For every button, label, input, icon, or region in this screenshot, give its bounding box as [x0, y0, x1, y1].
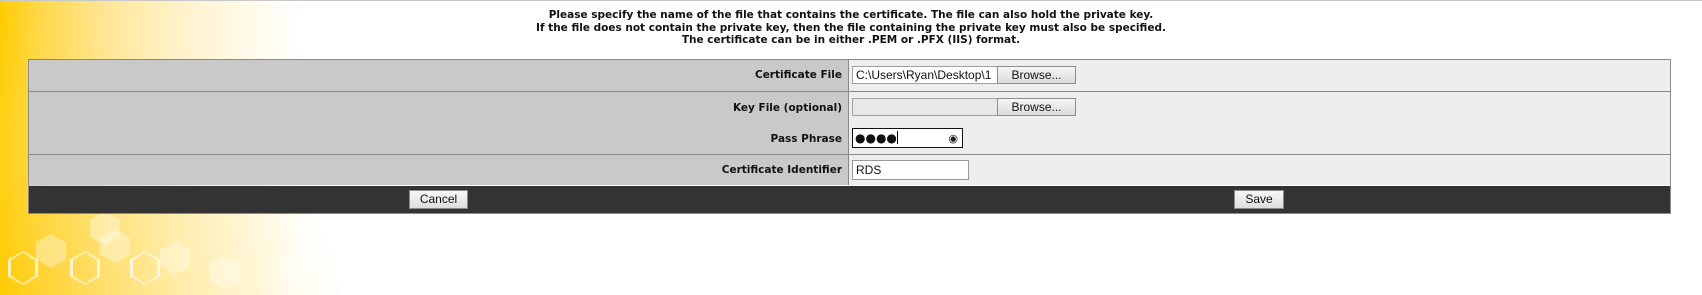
hexagon-decoration: [280, 251, 310, 285]
hexagon-decoration: [360, 259, 390, 293]
hexagon-decoration: [130, 251, 160, 285]
cancel-button[interactable]: Cancel: [409, 190, 468, 209]
hexagon-decoration: [36, 234, 66, 268]
hexagon-decoration: [70, 251, 100, 285]
instructions-line: Please specify the name of the file that…: [548, 9, 1154, 21]
instructions-line: If the file does not contain the private…: [536, 21, 1166, 34]
certificate-identifier-row: Certificate Identifier RDS: [29, 155, 1670, 185]
label-cell: Key File (optional) Pass Phrase: [29, 92, 849, 154]
eye-icon[interactable]: ◉: [948, 130, 958, 148]
action-bar: Cancel Save: [29, 186, 1670, 213]
certificate-file-row: Certificate File C:\Users\Ryan\Desktop\1…: [29, 60, 1670, 92]
hexagon-decoration: [210, 256, 240, 290]
label-cell: Certificate File: [29, 60, 849, 91]
key-file-input[interactable]: [852, 98, 998, 116]
save-button[interactable]: Save: [1234, 190, 1284, 209]
text-caret: [896, 131, 898, 144]
instructions-text: Please specify the name of the file that…: [0, 9, 1702, 47]
value-cell: RDS: [849, 155, 1670, 185]
pass-phrase-mask: ●●●●: [855, 131, 897, 145]
instructions-line: The certificate can be in either .PEM or…: [681, 34, 1021, 46]
certificate-form: Certificate File C:\Users\Ryan\Desktop\1…: [28, 59, 1671, 214]
certificate-identifier-label: Certificate Identifier: [721, 164, 842, 176]
pass-phrase-label: Pass Phrase: [770, 133, 842, 145]
key-file-label: Key File (optional): [732, 102, 842, 114]
key-file-browse-button[interactable]: Browse...: [997, 98, 1076, 116]
value-cell: Browse... ●●●● ◉: [849, 92, 1670, 154]
hexagon-decoration: [160, 241, 190, 275]
key-and-passphrase-row: Key File (optional) Pass Phrase Browse..…: [29, 92, 1670, 155]
certificate-identifier-input[interactable]: RDS: [852, 160, 969, 180]
certificate-file-input[interactable]: C:\Users\Ryan\Desktop\1: [852, 66, 998, 84]
label-cell: Certificate Identifier: [29, 155, 849, 185]
certificate-file-browse-button[interactable]: Browse...: [997, 66, 1076, 84]
certificate-file-label: Certificate File: [754, 69, 842, 81]
value-cell: C:\Users\Ryan\Desktop\1 Browse...: [849, 60, 1670, 91]
pass-phrase-input[interactable]: ●●●● ◉: [852, 128, 963, 148]
hexagon-decoration: [8, 251, 38, 285]
